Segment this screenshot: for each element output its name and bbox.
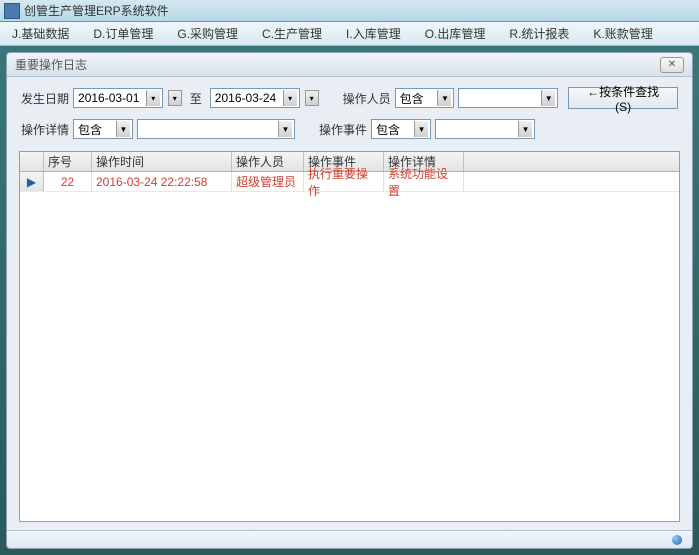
menu-basic-data[interactable]: J.基础数据 (0, 22, 81, 45)
menu-inbound[interactable]: I.入库管理 (334, 22, 413, 45)
detail-mode-combo[interactable]: 包含 ▼ (73, 119, 133, 139)
detail-label: 操作详情 (21, 121, 69, 138)
operator-label: 操作人员 (343, 90, 391, 107)
event-value-combo[interactable]: ▼ (435, 119, 535, 139)
detail-value-combo[interactable]: ▼ (137, 119, 295, 139)
grid-body: ▶ 22 2016-03-24 22:22:58 超级管理员 执行重要操作 系统… (20, 172, 679, 521)
operator-mode-value: 包含 (400, 90, 424, 107)
operator-value-combo[interactable]: ▼ (458, 88, 558, 108)
event-mode-combo[interactable]: 包含 ▼ (371, 119, 431, 139)
data-grid[interactable]: 序号 操作时间 操作人员 操作事件 操作详情 ▶ 22 2016-03-24 2… (19, 151, 680, 522)
detail-mode-value: 包含 (78, 121, 102, 138)
chevron-down-icon[interactable]: ▼ (414, 121, 428, 137)
menu-order[interactable]: D.订单管理 (81, 22, 165, 45)
col-header-seq[interactable]: 序号 (44, 152, 92, 171)
date-to-value: 2016-03-24 (215, 91, 276, 105)
chevron-down-icon[interactable]: ▼ (518, 121, 532, 137)
title-bar: 创管生产管理ERP系统软件 (0, 0, 699, 22)
status-indicator-icon (672, 535, 682, 545)
menu-reports[interactable]: R.统计报表 (497, 22, 581, 45)
menu-accounts[interactable]: K.账款管理 (581, 22, 664, 45)
row-header-selector (20, 152, 44, 171)
menu-outbound[interactable]: O.出库管理 (413, 22, 498, 45)
table-row[interactable]: ▶ 22 2016-03-24 22:22:58 超级管理员 执行重要操作 系统… (20, 172, 679, 192)
col-header-person[interactable]: 操作人员 (232, 152, 304, 171)
cell-seq: 22 (44, 172, 92, 191)
chevron-down-icon[interactable]: ▾ (283, 90, 297, 106)
filter-bar: 发生日期 2016-03-01 ▾ ▾ 至 2016-03-24 ▾ ▾ 操作人… (7, 77, 692, 151)
date-label: 发生日期 (21, 90, 69, 107)
calendar-icon[interactable]: ▾ (305, 90, 319, 106)
date-to-label: 至 (190, 90, 202, 107)
app-icon (4, 3, 20, 19)
event-label: 操作事件 (319, 121, 367, 138)
operator-mode-combo[interactable]: 包含 ▼ (395, 88, 455, 108)
log-panel: 重要操作日志 ✕ 发生日期 2016-03-01 ▾ ▾ 至 2016-03-2… (6, 52, 693, 549)
cell-person: 超级管理员 (232, 172, 304, 191)
row-indicator-icon: ▶ (20, 172, 44, 191)
close-icon: ✕ (668, 59, 676, 70)
chevron-down-icon[interactable]: ▾ (146, 90, 160, 106)
panel-header: 重要操作日志 ✕ (7, 53, 692, 77)
menu-production[interactable]: C.生产管理 (250, 22, 334, 45)
calendar-icon[interactable]: ▾ (168, 90, 182, 106)
chevron-down-icon[interactable]: ▼ (437, 90, 451, 106)
event-mode-value: 包含 (376, 121, 400, 138)
search-button[interactable]: ←按条件查找(S) (568, 87, 678, 109)
cell-time: 2016-03-24 22:22:58 (92, 172, 232, 191)
chevron-down-icon[interactable]: ▼ (116, 121, 130, 137)
menu-purchase[interactable]: G.采购管理 (165, 22, 250, 45)
content-area: 重要操作日志 ✕ 发生日期 2016-03-01 ▾ ▾ 至 2016-03-2… (0, 46, 699, 555)
app-title: 创管生产管理ERP系统软件 (24, 2, 169, 19)
chevron-down-icon[interactable]: ▼ (278, 121, 292, 137)
status-bar (7, 530, 692, 548)
cell-detail: 系统功能设置 (384, 172, 464, 191)
date-to-input[interactable]: 2016-03-24 ▾ (210, 88, 300, 108)
panel-title: 重要操作日志 (15, 56, 87, 73)
date-from-input[interactable]: 2016-03-01 ▾ (73, 88, 163, 108)
panel-close-button[interactable]: ✕ (660, 57, 684, 73)
cell-event: 执行重要操作 (304, 172, 384, 191)
chevron-down-icon[interactable]: ▼ (541, 90, 555, 106)
date-from-value: 2016-03-01 (78, 91, 139, 105)
col-header-time[interactable]: 操作时间 (92, 152, 232, 171)
menu-bar: J.基础数据 D.订单管理 G.采购管理 C.生产管理 I.入库管理 O.出库管… (0, 22, 699, 46)
